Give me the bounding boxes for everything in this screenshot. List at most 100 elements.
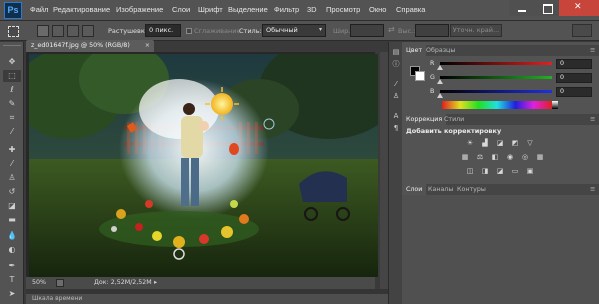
invert-icon[interactable]: ◫: [465, 167, 475, 176]
adjustments-menu-icon[interactable]: ≡: [590, 115, 595, 123]
selective-color-icon[interactable]: ▣: [525, 167, 535, 176]
channel-g-value[interactable]: 0: [556, 73, 592, 83]
gradient-tool-icon[interactable]: ▬: [3, 214, 21, 226]
menu-file[interactable]: Файл: [30, 5, 48, 14]
character-icon[interactable]: A: [391, 112, 401, 121]
gradient-map-icon[interactable]: ▭: [510, 167, 520, 176]
hue-saturation-icon[interactable]: ▦: [460, 153, 470, 162]
color-lookup-icon[interactable]: ▦: [535, 153, 545, 162]
menu-view[interactable]: Просмотр: [326, 5, 360, 14]
panel-icon-strip: ▤ ⓘ ⁄ ♙ A ¶: [388, 42, 402, 304]
antialias-checkbox[interactable]: [186, 28, 192, 34]
close-tab-icon[interactable]: ×: [145, 40, 150, 52]
feather-input[interactable]: 0 пикс.: [145, 24, 181, 37]
rectangular-marquee-icon[interactable]: ⬚: [3, 70, 21, 82]
paragraph-icon[interactable]: ¶: [391, 124, 401, 133]
menu-layers[interactable]: Слои: [172, 5, 190, 14]
properties-icon[interactable]: ⓘ: [391, 60, 401, 69]
channel-b-slider[interactable]: [440, 90, 552, 93]
maximize-button[interactable]: [535, 0, 559, 16]
layers-menu-icon[interactable]: ≡: [590, 185, 595, 193]
layers-list[interactable]: [402, 195, 599, 304]
tab-styles[interactable]: Стили: [440, 114, 468, 125]
dodge-tool-icon[interactable]: ◐: [3, 244, 21, 256]
minimize-button[interactable]: [509, 0, 535, 16]
eyedropper-icon[interactable]: ⁄: [3, 126, 21, 138]
vertical-scrollbar[interactable]: [380, 52, 388, 289]
menu-window[interactable]: Окно: [369, 5, 386, 14]
workspace-switcher[interactable]: [572, 24, 592, 37]
blur-tool-icon[interactable]: 💧: [3, 230, 21, 242]
tab-paths[interactable]: Контуры: [453, 184, 490, 195]
history-icon[interactable]: ▤: [391, 48, 401, 57]
brush-tool-icon[interactable]: ⁄: [3, 158, 21, 170]
zoom-level[interactable]: 50%: [32, 277, 46, 289]
channel-g-slider[interactable]: [440, 76, 552, 79]
threshold-icon[interactable]: ◪: [495, 167, 505, 176]
add-selection-icon[interactable]: [52, 25, 64, 37]
document-canvas[interactable]: [29, 54, 378, 277]
height-input[interactable]: [415, 24, 449, 37]
refine-edge-button[interactable]: Уточн. край...: [450, 24, 502, 37]
subtract-selection-icon[interactable]: [67, 25, 79, 37]
levels-icon[interactable]: ▟: [480, 139, 490, 148]
lasso-tool-icon[interactable]: ℓ: [3, 84, 21, 96]
channel-r-thumb[interactable]: [437, 65, 443, 70]
document-tab[interactable]: z_ed01647f.jpg @ 50% (RGB/8) ×: [26, 40, 154, 52]
channel-r-value[interactable]: 0: [556, 59, 592, 69]
channel-b-value[interactable]: 0: [556, 87, 592, 97]
channel-mixer-icon[interactable]: ◎: [520, 153, 530, 162]
posterize-icon[interactable]: ◨: [480, 167, 490, 176]
new-selection-icon[interactable]: [37, 25, 49, 37]
eraser-tool-icon[interactable]: ◪: [3, 200, 21, 212]
photo-filter-icon[interactable]: ◉: [505, 153, 515, 162]
black-white-icon[interactable]: ◧: [490, 153, 500, 162]
menu-3d[interactable]: 3D: [307, 5, 317, 14]
intersect-selection-icon[interactable]: [82, 25, 94, 37]
menu-help[interactable]: Справка: [396, 5, 425, 14]
brightness-icon[interactable]: ☀: [465, 139, 475, 148]
menu-filter[interactable]: Фильтр: [274, 5, 299, 14]
clone-source-icon[interactable]: ♙: [391, 92, 401, 101]
channel-g-thumb[interactable]: [437, 79, 443, 84]
channel-b-label: B: [430, 88, 435, 95]
path-select-icon[interactable]: ➤: [3, 288, 21, 300]
menu-image[interactable]: Изображение: [116, 5, 163, 14]
tab-swatches[interactable]: Образцы: [422, 45, 459, 56]
adjustments-title: Добавить корректировку: [406, 127, 502, 135]
menu-type[interactable]: Шрифт: [198, 5, 223, 14]
menu-select[interactable]: Выделение: [228, 5, 268, 14]
width-input[interactable]: [350, 24, 384, 37]
channel-b-thumb[interactable]: [437, 93, 443, 98]
color-spectrum-bar[interactable]: [442, 101, 552, 109]
style-select[interactable]: Обычный: [262, 24, 326, 37]
background-color-swatch[interactable]: [415, 71, 425, 81]
grayscale-bar[interactable]: [552, 101, 558, 109]
brush-panel-icon[interactable]: ⁄: [391, 80, 401, 89]
close-button[interactable]: [559, 0, 599, 16]
move-tool-icon[interactable]: ✥: [3, 56, 21, 68]
adjustments-panel-tabs: Коррекция Стили ≡: [402, 114, 599, 125]
type-tool-icon[interactable]: T: [3, 274, 21, 286]
history-brush-icon[interactable]: ↺: [3, 186, 21, 198]
curves-icon[interactable]: ◪: [495, 139, 505, 148]
document-title: z_ed01647f.jpg @ 50% (RGB/8): [31, 42, 130, 49]
quick-select-icon[interactable]: ✎: [3, 98, 21, 110]
clone-stamp-icon[interactable]: ♙: [3, 172, 21, 184]
timeline-panel-tab[interactable]: Шкала времени: [26, 294, 388, 304]
vibrance-icon[interactable]: ▽: [525, 139, 535, 148]
healing-brush-icon[interactable]: ✚: [3, 144, 21, 156]
crop-tool-icon[interactable]: ⌗: [3, 112, 21, 124]
color-balance-icon[interactable]: ⚖: [475, 153, 485, 162]
tab-layers[interactable]: Слои: [402, 184, 427, 195]
marquee-tool-icon[interactable]: [8, 26, 19, 37]
status-arrow-icon[interactable]: ▸: [154, 277, 157, 289]
menu-edit[interactable]: Редактирование: [53, 5, 110, 14]
status-export-icon[interactable]: [56, 279, 64, 287]
exposure-icon[interactable]: ◩: [510, 139, 520, 148]
panel-menu-icon[interactable]: ≡: [590, 46, 595, 54]
channel-r-slider[interactable]: [440, 62, 552, 65]
menu-bar: Ps Файл Редактирование Изображение Слои …: [0, 0, 599, 21]
pen-tool-icon[interactable]: ✒: [3, 260, 21, 272]
timeline-label: Шкала времени: [32, 295, 83, 302]
